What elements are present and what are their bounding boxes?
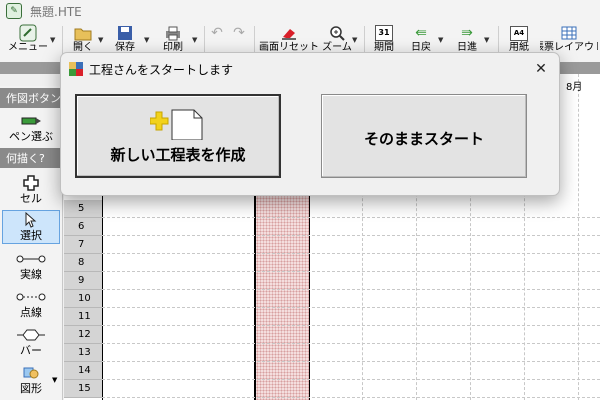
zoom-dropdown-icon[interactable]: ▼ xyxy=(352,36,357,44)
save-dropdown-icon[interactable]: ▼ xyxy=(144,36,149,44)
open-dropdown-icon[interactable]: ▼ xyxy=(98,36,103,44)
printer-icon xyxy=(164,24,182,42)
row-number: 10 xyxy=(64,290,102,308)
cursor-icon xyxy=(24,211,38,229)
start-dialog: 工程さんをスタートします ✕ 新しい工程表を作成 そのままスタート xyxy=(60,52,560,196)
dialog-titlebar: 工程さんをスタートします ✕ xyxy=(61,53,559,85)
grid-row-line xyxy=(102,253,600,254)
row-number: 7 xyxy=(64,236,102,254)
calendar-icon: 31 xyxy=(375,24,393,42)
bar-icon xyxy=(16,326,46,344)
grid-row-line xyxy=(102,217,600,218)
menu-button[interactable]: メニュー xyxy=(6,24,50,60)
shape-icon xyxy=(22,364,40,382)
grid-row-line xyxy=(102,361,600,362)
pen-select-button[interactable]: ペン選ぶ xyxy=(2,112,60,146)
grid-row-line xyxy=(102,379,600,380)
new-document-icon xyxy=(149,108,206,140)
row-number: 11 xyxy=(64,308,102,326)
dialog-app-icon xyxy=(69,62,83,76)
tool-dotted-line-button[interactable]: 点線 xyxy=(2,288,60,322)
draw-buttons-header: 作図ボタン xyxy=(0,88,62,108)
row-number: 13 xyxy=(64,344,102,362)
grid-row-line xyxy=(102,235,600,236)
grid-row-line xyxy=(102,271,600,272)
menu-icon xyxy=(19,24,37,42)
grid-row-line xyxy=(102,289,600,290)
close-icon: ✕ xyxy=(535,61,547,77)
window-titlebar: ✎ 無題.HTE xyxy=(0,0,600,22)
what-to-draw-header: 何描く? xyxy=(0,148,62,168)
grid-row-line xyxy=(102,325,600,326)
row-number: 8 xyxy=(64,254,102,272)
grid-col-line xyxy=(578,74,579,400)
shape-dropdown-icon[interactable]: ▼ xyxy=(52,376,57,384)
dotted-line-icon xyxy=(16,288,46,306)
save-disk-icon xyxy=(117,24,133,42)
dialog-title: 工程さんをスタートします xyxy=(89,62,234,77)
row-number: 6 xyxy=(64,218,102,236)
row-number: 14 xyxy=(64,362,102,380)
zoom-magnifier-icon xyxy=(329,24,345,42)
redo-icon: ↷ xyxy=(233,25,245,41)
row-number: 12 xyxy=(64,326,102,344)
window-title: 無題.HTE xyxy=(30,4,82,19)
month-label: 8月 xyxy=(566,82,583,93)
pen-icon xyxy=(20,112,42,130)
day-back-dropdown-icon[interactable]: ▼ xyxy=(438,36,443,44)
close-button[interactable]: ✕ xyxy=(529,57,553,81)
tool-solid-line-button[interactable]: 実線 xyxy=(2,250,60,284)
row-number: 5 xyxy=(64,200,102,218)
eraser-icon xyxy=(280,24,298,42)
row-number: 15 xyxy=(64,380,102,398)
tool-select-button[interactable]: 選択 xyxy=(2,210,60,244)
grid-row-line xyxy=(102,397,600,398)
table-layout-icon xyxy=(561,24,577,42)
tool-bar-button[interactable]: バー xyxy=(2,326,60,360)
new-schedule-button[interactable]: 新しい工程表を作成 xyxy=(75,94,281,178)
day-forward-dropdown-icon[interactable]: ▼ xyxy=(484,36,489,44)
app-logo-icon: ✎ xyxy=(6,3,22,19)
tool-cell-button[interactable]: セル xyxy=(2,174,60,208)
grid-row-line xyxy=(102,343,600,344)
undo-icon: ↶ xyxy=(211,25,223,41)
print-dropdown-icon[interactable]: ▼ xyxy=(192,36,197,44)
paper-a4-icon: A4 xyxy=(510,24,528,42)
start-as-is-button[interactable]: そのままスタート xyxy=(321,94,527,178)
folder-open-icon xyxy=(74,24,92,42)
double-arrow-right-icon: ⇛ xyxy=(461,25,473,41)
cell-cross-icon xyxy=(23,174,39,192)
grid-row-line xyxy=(102,307,600,308)
double-arrow-left-icon: ⇚ xyxy=(415,25,427,41)
row-number: 9 xyxy=(64,272,102,290)
tool-sidebar: 作図ボタン ペン選ぶ 何描く? セル 選択 実線 点線 バー 図形 ▼ xyxy=(0,86,63,400)
menu-dropdown-icon[interactable]: ▼ xyxy=(50,36,55,44)
solid-line-icon xyxy=(16,250,46,268)
